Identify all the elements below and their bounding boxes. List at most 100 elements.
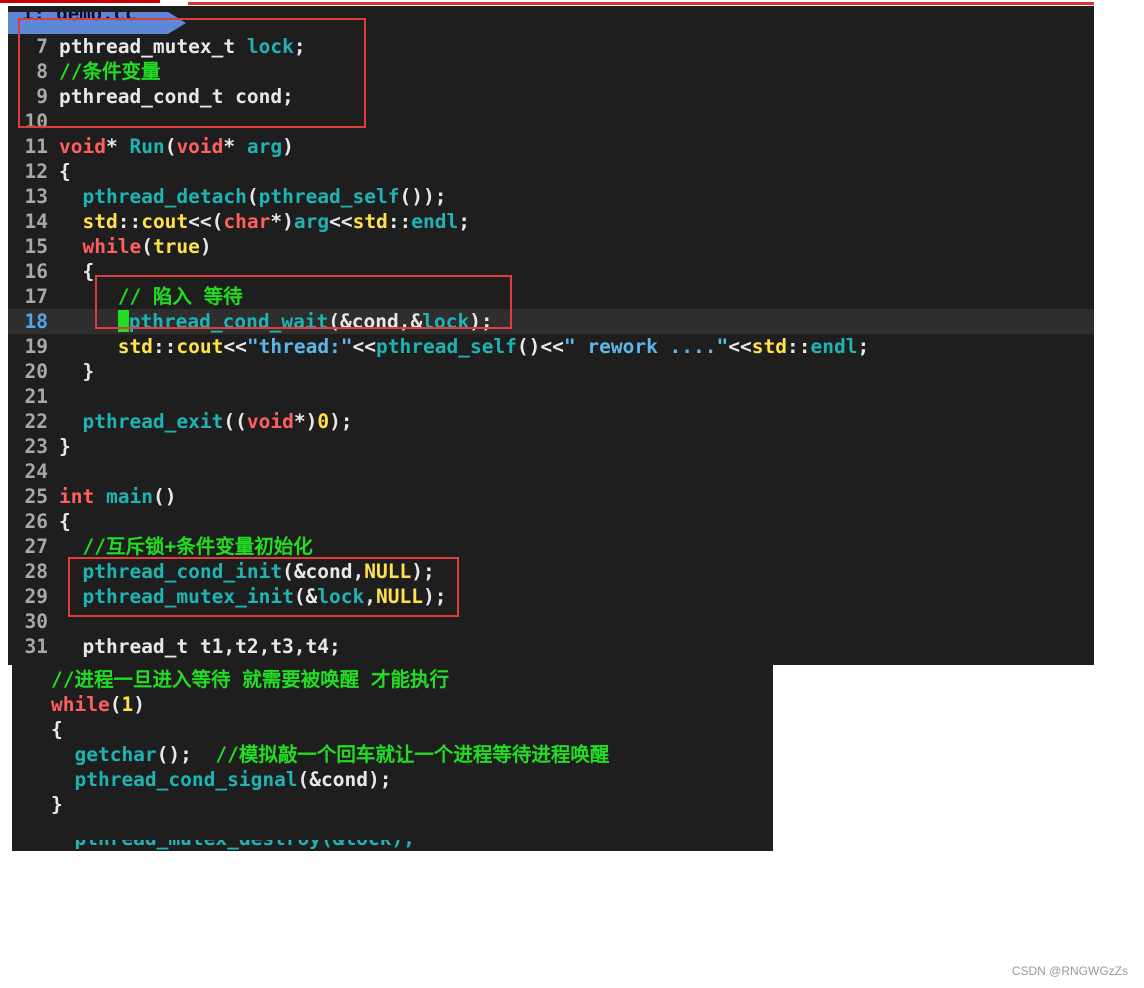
code-line[interactable]: 24 [8, 459, 1094, 484]
code-line[interactable]: 7 pthread_mutex_t lock; [8, 34, 1094, 59]
code-text: pthread_cond_signal(&cond); [51, 767, 391, 792]
line-number: 28 [24, 560, 48, 583]
snippet-line[interactable]: pthread_cond_signal(&cond); [12, 767, 773, 792]
line-number: 21 [24, 385, 48, 408]
code-token: lock [422, 310, 470, 333]
code-token: //模拟敲一个回车就让一个进程等待进程唤醒 [215, 743, 610, 766]
code-text: { [51, 717, 63, 742]
code-text: //条件变量 [59, 59, 160, 84]
code-token: while [82, 235, 142, 258]
line-number: 29 [24, 585, 48, 608]
code-token: ()<< [516, 335, 564, 358]
code-line[interactable]: 21 [8, 384, 1094, 409]
snippet-cut-line: pthread_mutex_destroy(&lock); [12, 840, 773, 851]
code-text: pthread_mutex_init(&lock,NULL); [59, 584, 446, 609]
line-number: 14 [24, 210, 48, 233]
code-token: ); [422, 585, 447, 608]
code-token: << [329, 210, 353, 233]
tab-demo-cc[interactable]: 1: demo.cc [8, 12, 168, 34]
code-text: pthread_cond_t cond; [59, 84, 294, 109]
snippet-line[interactable]: while(1) [12, 692, 773, 717]
code-token: ) [282, 135, 294, 158]
code-token: // 陷入 等待 [117, 285, 243, 308]
code-token: } [59, 360, 95, 383]
code-line[interactable]: 20 } [8, 359, 1094, 384]
code-text: //互斥锁+条件变量初始化 [59, 534, 312, 559]
code-line[interactable]: 14 std::cout<<(char*)arg<<std::endl; [8, 209, 1094, 234]
code-text: getchar(); //模拟敲一个回车就让一个进程等待进程唤醒 [51, 742, 609, 767]
code-token: pthread_mutex_init [82, 585, 294, 608]
code-text: pthread_cond_wait(&cond,&lock); [59, 309, 493, 334]
code-token: 1 [121, 693, 134, 716]
code-line[interactable]: 17 // 陷入 等待 [8, 284, 1094, 309]
code-token: ( [164, 135, 177, 158]
code-line[interactable]: 29 pthread_mutex_init(&lock,NULL); [8, 584, 1094, 609]
code-line[interactable]: 30 [8, 609, 1094, 634]
code-token: pthread_cond_signal [74, 768, 298, 791]
code-line[interactable]: 19 std::cout<<"thread:"<<pthread_self()<… [8, 334, 1094, 359]
code-token: (& [293, 585, 318, 608]
code-token: while [51, 693, 110, 716]
line-number: 12 [24, 160, 48, 183]
code-text: void* Run(void* arg) [59, 134, 294, 159]
code-line[interactable]: 10 [8, 109, 1094, 134]
watermark: CSDN @RNGWGzZs [1011, 964, 1128, 978]
code-token: NULL [376, 585, 423, 608]
code-line[interactable]: 28 pthread_cond_init(&cond,NULL); [8, 559, 1094, 584]
code-token: std [751, 335, 787, 358]
code-text: { [59, 159, 71, 184]
code-token: endl [810, 335, 858, 358]
code-line[interactable]: 9 pthread_cond_t cond; [8, 84, 1094, 109]
code-text: pthread_detach(pthread_self()); [59, 184, 446, 209]
code-line[interactable]: 12 { [8, 159, 1094, 184]
code-line[interactable]: 13 pthread_detach(pthread_self()); [8, 184, 1094, 209]
code-line[interactable]: 11 void* Run(void* arg) [8, 134, 1094, 159]
code-line[interactable]: 23} [8, 434, 1094, 459]
code-text: while(1) [51, 692, 145, 717]
code-token: true [152, 235, 200, 258]
code-line[interactable]: 22 pthread_exit((void*)0); [8, 409, 1094, 434]
snippet-line[interactable]: } [12, 792, 773, 817]
code-token: lock [317, 585, 365, 608]
text-cursor [117, 310, 129, 332]
code-line[interactable]: 26 { [8, 509, 1094, 534]
line-number: 30 [24, 610, 48, 633]
code-line[interactable]: 16 { [8, 259, 1094, 284]
code-token: (&cond, [282, 560, 365, 583]
code-line[interactable]: 27 //互斥锁+条件变量初始化 [8, 534, 1094, 559]
line-number: 10 [24, 110, 48, 133]
code-text: } [59, 359, 94, 384]
code-token: ) [199, 235, 212, 258]
snippet-line[interactable]: { [12, 717, 773, 742]
code-token: pthread_exit [82, 410, 224, 433]
code-token: :: [387, 210, 412, 233]
code-text: } [59, 434, 71, 459]
line-number: 13 [24, 185, 48, 208]
code-token: pthread_self [258, 185, 400, 208]
code-token: } [59, 435, 71, 458]
code-token: :: [152, 335, 177, 358]
code-text: { [59, 259, 94, 284]
code-token: :: [786, 335, 811, 358]
code-token: { [59, 260, 95, 283]
code-token: getchar [74, 743, 157, 766]
code-line[interactable]: 8 //条件变量 [8, 59, 1094, 84]
snippet-line[interactable]: //进程一旦进入等待 就需要被唤醒 才能执行 [12, 667, 773, 692]
code-token: lock [246, 35, 294, 58]
code-line[interactable]: 15 while(true) [8, 234, 1094, 259]
code-line[interactable]: 18 pthread_cond_wait(&cond,&lock); [8, 309, 1094, 334]
code-token: pthread_cond_wait [128, 310, 329, 333]
snippet-line[interactable]: getchar(); //模拟敲一个回车就让一个进程等待进程唤醒 [12, 742, 773, 767]
code-text: // 陷入 等待 [59, 284, 243, 309]
code-line[interactable]: 31 pthread_t t1,t2,t3,t4; [8, 634, 1094, 659]
code-token: * [223, 135, 247, 158]
snippet-cut-text: pthread_mutex_destroy(&lock); [51, 840, 414, 851]
code-token: pthread_t t1,t2,t3,t4; [59, 635, 341, 658]
line-number: 22 [24, 410, 48, 433]
code-token: , [364, 585, 377, 608]
code-line[interactable]: 25 int main() [8, 484, 1094, 509]
code-token: char [223, 210, 271, 233]
